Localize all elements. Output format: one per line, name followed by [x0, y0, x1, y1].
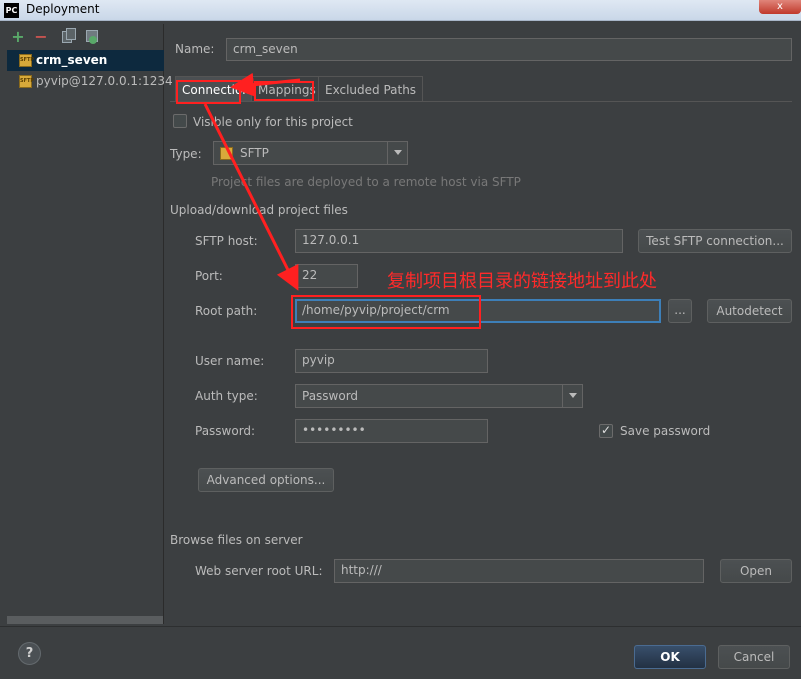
arrow-to-connection-tab — [230, 72, 301, 97]
annotation-arrows — [203, 72, 301, 291]
arrow-to-root-path — [203, 103, 299, 291]
annotation-text: 复制项目根目录的链接地址到此处 — [387, 271, 657, 292]
